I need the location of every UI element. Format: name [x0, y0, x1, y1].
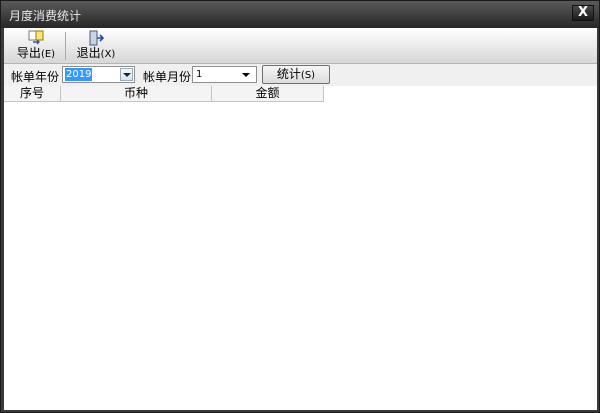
year-label: 帐单年份	[11, 70, 60, 84]
column-header-amount[interactable]: 金额	[212, 86, 324, 102]
toolbar-separator	[65, 32, 66, 60]
export-button[interactable]: 导出(E)	[14, 30, 58, 62]
exit-icon	[89, 30, 105, 46]
column-header-currency[interactable]: 币种	[61, 86, 212, 102]
stat-button[interactable]: 统计(S)	[262, 65, 330, 84]
year-dropdown-button[interactable]	[120, 68, 133, 81]
filter-bar: 帐单年份 2019 帐单月份 1 统计(S)	[4, 64, 597, 86]
table-body[interactable]	[4, 102, 597, 410]
month-combo[interactable]: 1	[192, 66, 257, 83]
exit-label: 退出	[76, 46, 101, 60]
client-area: 导出(E) 退出(X) 帐单年份 2019 帐单月份 1 统计(S) 序号 币种…	[4, 28, 597, 410]
column-header-index[interactable]: 序号	[4, 86, 61, 102]
year-value: 2019	[65, 68, 93, 81]
exit-button[interactable]: 退出(X)	[74, 30, 118, 62]
export-icon	[28, 30, 44, 45]
export-label: 导出	[16, 46, 41, 60]
stat-label: 统计	[276, 67, 301, 81]
title-bar[interactable]: 月度消费统计 X	[1, 1, 599, 28]
month-label: 帐单月份	[143, 70, 192, 84]
toolbar: 导出(E) 退出(X)	[4, 28, 597, 64]
table-header: 序号 币种 金额	[4, 86, 324, 102]
window-title: 月度消费统计	[9, 9, 82, 23]
exit-shortcut: (X)	[100, 49, 116, 60]
year-combo[interactable]: 2019	[62, 66, 135, 83]
chevron-down-icon	[123, 73, 131, 77]
app-window: 月度消费统计 X 导出(E) 退出(X) 帐单年份 2019 帐单月份 1 统计…	[0, 0, 600, 413]
chevron-down-icon	[242, 73, 250, 77]
month-value: 1	[196, 69, 203, 80]
export-shortcut: (E)	[40, 49, 56, 60]
stat-shortcut: (S)	[300, 70, 316, 81]
close-button[interactable]: X	[572, 5, 594, 21]
